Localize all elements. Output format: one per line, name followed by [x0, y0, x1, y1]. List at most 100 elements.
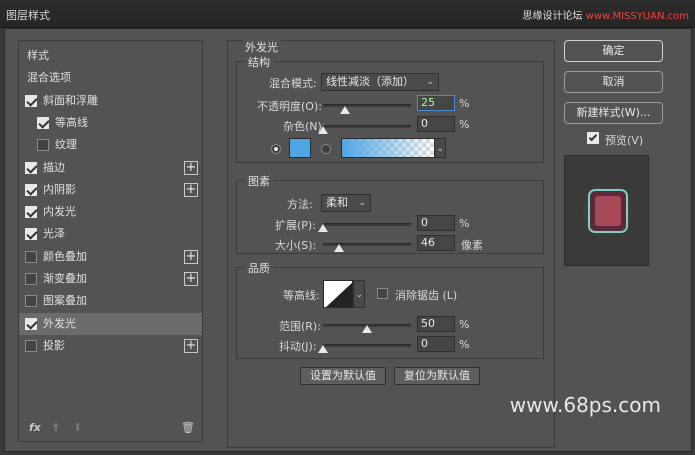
spread-slider-thumb[interactable]: [318, 224, 328, 232]
sidebar-item-checkbox[interactable]: [25, 317, 37, 330]
sidebar-item-checkbox[interactable]: [25, 295, 37, 308]
add-effect-icon[interactable]: +: [184, 182, 198, 197]
sidebar-item-label: 描边: [43, 160, 65, 174]
sidebar-item-label: 内发光: [43, 205, 76, 219]
sidebar-item-checkbox[interactable]: [25, 228, 37, 241]
sidebar-item[interactable]: 样式: [19, 45, 202, 67]
jitter-unit: %: [459, 338, 470, 351]
spread-input[interactable]: 0: [417, 215, 455, 231]
sidebar-item-checkbox[interactable]: [25, 273, 37, 285]
sidebar-item[interactable]: 纹理: [19, 134, 202, 156]
noise-slider-thumb[interactable]: [318, 126, 328, 134]
sidebar-item-label: 颜色叠加: [43, 249, 87, 263]
sidebar-item-label: 图案叠加: [43, 294, 87, 308]
sidebar-item-label: 纹理: [55, 138, 77, 152]
sidebar-item-label: 光泽: [43, 227, 65, 241]
sidebar-item[interactable]: 等高线: [19, 112, 202, 134]
opacity-label: 不透明度(O):: [257, 100, 322, 113]
sidebar-item[interactable]: 颜色叠加 +: [19, 246, 202, 268]
method-label: 方法:: [287, 198, 313, 211]
cancel-button[interactable]: 取消: [564, 71, 663, 93]
blend-mode-label: 混合模式:: [269, 77, 317, 90]
jitter-input[interactable]: 0: [417, 336, 455, 352]
preview-label: 预览(V): [605, 134, 644, 147]
sidebar-item-checkbox[interactable]: [25, 183, 37, 196]
opacity-slider[interactable]: [323, 104, 411, 107]
sidebar-item-checkbox[interactable]: [25, 250, 37, 263]
spread-slider[interactable]: [323, 223, 411, 226]
jitter-label: 抖动(J):: [279, 340, 317, 353]
sidebar-item-label: 等高线: [55, 115, 88, 129]
move-up-icon[interactable]: ⬆: [51, 421, 60, 434]
ok-button[interactable]: 确定: [564, 40, 663, 62]
make-default-button[interactable]: 设置为默认值: [300, 367, 386, 385]
opacity-input[interactable]: 25: [417, 95, 455, 111]
sidebar-item[interactable]: 渐变叠加 +: [19, 268, 202, 290]
sidebar-item-label: 斜面和浮雕: [43, 93, 98, 107]
fx-icon[interactable]: fx: [29, 421, 41, 434]
sidebar-item[interactable]: 内发光: [19, 201, 202, 223]
opacity-unit: %: [459, 97, 470, 110]
sidebar-item[interactable]: 图案叠加: [19, 290, 202, 312]
noise-unit: %: [459, 118, 470, 131]
opacity-slider-thumb[interactable]: [340, 106, 350, 114]
range-slider-thumb[interactable]: [362, 325, 372, 333]
sidebar-item[interactable]: 投影 +: [19, 335, 202, 357]
new-style-button[interactable]: 新建样式(W)...: [564, 102, 663, 124]
sidebar-item-label: 渐变叠加: [43, 272, 87, 285]
quality-title: 品质: [245, 260, 273, 276]
sidebar-item-checkbox[interactable]: [25, 161, 37, 174]
sidebar-item[interactable]: 混合选项: [19, 67, 202, 89]
range-input[interactable]: 50: [417, 316, 455, 332]
checkmark-icon: [588, 132, 598, 142]
contour-label: 等高线:: [283, 289, 320, 302]
size-input[interactable]: 46: [417, 235, 455, 251]
preview-checkbox[interactable]: [587, 132, 599, 144]
sidebar-item-checkbox[interactable]: [25, 339, 37, 352]
method-select[interactable]: 柔和 ⌄: [321, 194, 371, 212]
contour-preview[interactable]: [323, 280, 353, 308]
gradient-radio[interactable]: [321, 144, 331, 154]
sidebar-item[interactable]: 外发光: [19, 312, 202, 335]
sidebar-item-label: 样式: [27, 49, 49, 62]
add-effect-icon[interactable]: +: [184, 338, 198, 353]
trash-icon[interactable]: 🗑: [181, 421, 195, 434]
solid-color-radio[interactable]: [271, 144, 281, 154]
jitter-slider[interactable]: [323, 344, 411, 347]
move-down-icon[interactable]: ⬇: [73, 421, 82, 434]
sidebar-item-label: 混合选项: [27, 71, 71, 85]
gradient-dropdown[interactable]: ⌄: [434, 138, 446, 158]
sidebar-item[interactable]: 内阴影 +: [19, 179, 202, 201]
contour-curve-icon: [326, 282, 352, 307]
antialias-checkbox[interactable]: [377, 288, 388, 299]
add-effect-icon[interactable]: +: [184, 272, 198, 286]
jitter-slider-thumb[interactable]: [318, 345, 328, 353]
sidebar-item[interactable]: 光泽: [19, 223, 202, 245]
sidebar-item-checkbox[interactable]: [37, 139, 49, 152]
sidebar-item-checkbox[interactable]: [25, 206, 37, 219]
reset-default-button[interactable]: 复位为默认值: [394, 367, 480, 385]
sidebar-item[interactable]: 斜面和浮雕: [19, 90, 202, 112]
sidebar-item-checkbox[interactable]: [37, 116, 49, 129]
sidebar-item-checkbox[interactable]: [25, 94, 37, 107]
noise-input[interactable]: 0: [417, 116, 455, 132]
style-list-footer: fx ⬆ ⬇ 🗑: [19, 415, 202, 441]
glow-color-swatch[interactable]: [289, 138, 311, 158]
glow-gradient-swatch[interactable]: [341, 138, 435, 158]
range-unit: %: [459, 318, 470, 331]
layer-style-dialog: 投影 + 外发光 图案叠加 渐变叠加 + 颜色叠加 + 光泽 内发光 内阴影 + 描边 + 纹理 等高线 斜面和…: [4, 28, 692, 452]
blend-mode-select[interactable]: 线性减淡（添加） ⌄: [321, 73, 439, 91]
chevron-down-icon: ⌄: [355, 290, 363, 300]
outer-glow-title: 外发光: [242, 39, 281, 55]
quality-group: 品质 等高线: ⌄ 消除锯齿 (L) 范围(R): 50 % 抖动(J): 0 …: [236, 260, 544, 359]
watermark-top: 思缘设计论坛 www.MISSYUAN.com: [522, 7, 689, 22]
size-slider-thumb[interactable]: [333, 244, 344, 252]
style-preview: [564, 155, 649, 266]
preview-thumbnail: [579, 182, 635, 240]
contour-dropdown[interactable]: ⌄: [353, 280, 365, 308]
range-label: 范围(R):: [279, 320, 321, 333]
noise-slider[interactable]: [323, 125, 411, 128]
add-effect-icon[interactable]: +: [184, 249, 198, 264]
sidebar-item[interactable]: 描边 +: [19, 157, 202, 179]
add-effect-icon[interactable]: +: [184, 160, 198, 175]
